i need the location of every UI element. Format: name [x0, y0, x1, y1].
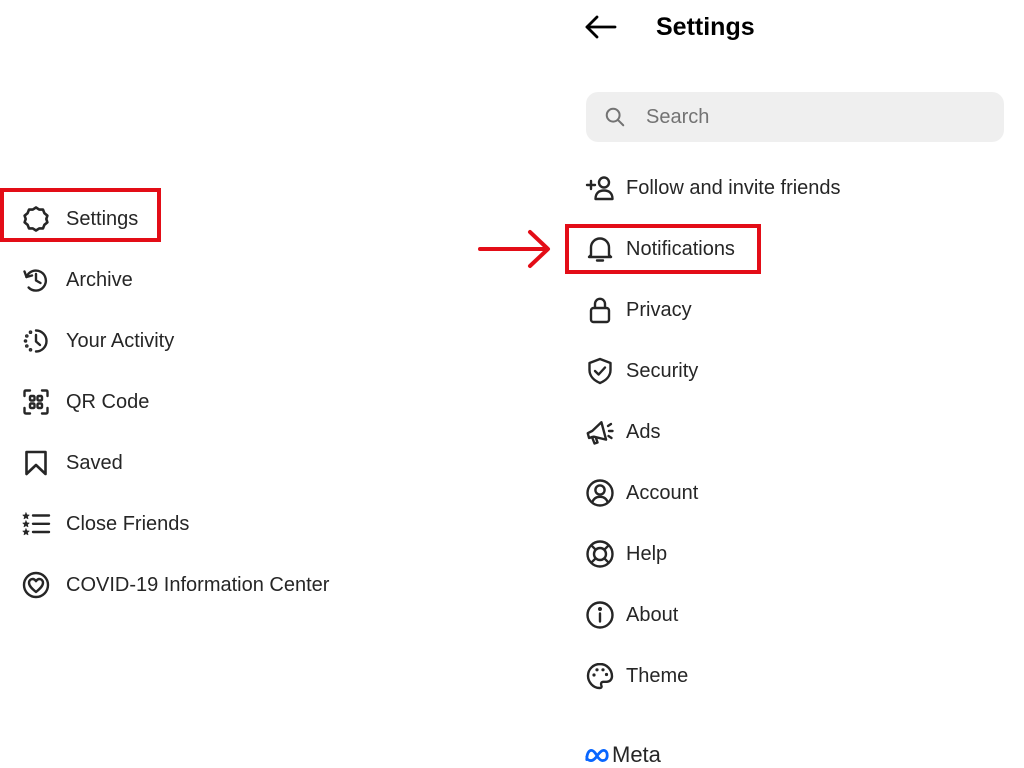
settings-item-ads[interactable]: Ads: [584, 412, 660, 452]
search-input[interactable]: [644, 104, 988, 130]
settings-item-privacy[interactable]: Privacy: [584, 290, 692, 330]
notifications-highlight-box: [565, 224, 761, 274]
menu-item-your-activity[interactable]: Your Activity: [20, 321, 174, 361]
back-arrow-icon: [585, 15, 617, 39]
menu-item-label: Saved: [66, 451, 123, 474]
settings-item-label: Ads: [626, 420, 661, 443]
settings-item-label: Help: [626, 542, 668, 565]
menu-item-label: Archive: [66, 268, 133, 291]
menu-item-qr-code[interactable]: QR Code: [20, 382, 149, 422]
menu-item-label: Your Activity: [66, 329, 175, 352]
info-icon: [584, 599, 616, 631]
heart-circle-icon: [20, 569, 52, 601]
meta-infinity-icon: [585, 748, 609, 762]
qr-code-icon: [20, 386, 52, 418]
settings-item-label: Security: [626, 359, 699, 382]
user-circle-icon: [584, 477, 616, 509]
menu-item-label: COVID-19 Information Center: [66, 573, 330, 596]
settings-item-label: Theme: [626, 664, 689, 687]
menu-item-close-friends[interactable]: Close Friends: [20, 504, 189, 544]
menu-item-covid-info[interactable]: COVID-19 Information Center: [20, 565, 329, 605]
bookmark-icon: [20, 447, 52, 479]
page-title: Settings: [656, 12, 755, 41]
settings-item-label: Account: [626, 481, 699, 504]
settings-item-security[interactable]: Security: [584, 351, 698, 391]
archive-clock-icon: [20, 264, 52, 296]
settings-item-label: Follow and invite friends: [626, 176, 841, 199]
settings-item-about[interactable]: About: [584, 595, 678, 635]
megaphone-icon: [584, 416, 616, 448]
meta-brand-text: Meta: [612, 742, 661, 767]
search-bar[interactable]: [586, 92, 1004, 142]
palette-icon: [584, 660, 616, 692]
settings-item-help[interactable]: Help: [584, 534, 667, 574]
shield-check-icon: [584, 355, 616, 387]
menu-item-label: QR Code: [66, 390, 150, 413]
star-list-icon: [20, 508, 52, 540]
menu-item-saved[interactable]: Saved: [20, 443, 123, 483]
menu-item-label: Close Friends: [66, 512, 190, 535]
lifebuoy-icon: [584, 538, 616, 570]
menu-item-archive[interactable]: Archive: [20, 260, 133, 300]
activity-clock-icon: [20, 325, 52, 357]
settings-item-follow-invite[interactable]: Follow and invite friends: [584, 168, 841, 208]
settings-item-theme[interactable]: Theme: [584, 656, 688, 696]
settings-item-label: About: [626, 603, 679, 626]
settings-item-account[interactable]: Account: [584, 473, 698, 513]
right-arrow-icon: [478, 230, 550, 268]
lock-icon: [584, 294, 616, 326]
settings-highlight-box: [0, 188, 161, 242]
settings-item-label: Privacy: [626, 298, 692, 321]
settings-header: Settings: [584, 6, 755, 48]
search-icon: [605, 107, 625, 127]
add-person-icon: [584, 172, 616, 204]
meta-logo: Meta: [584, 742, 661, 768]
back-button[interactable]: [584, 10, 618, 44]
